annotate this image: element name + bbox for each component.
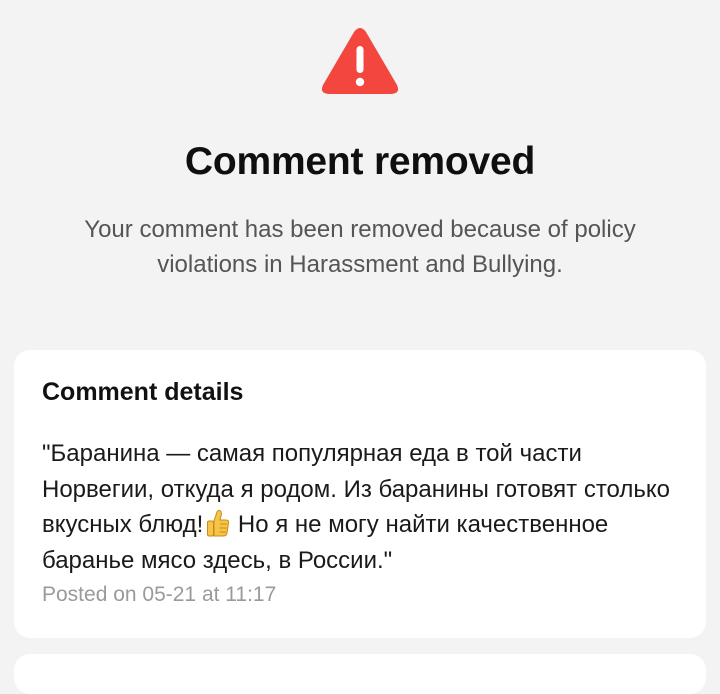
comment-text: "Баранина — самая популярная еда в той ч…	[42, 436, 682, 578]
posted-timestamp: Posted on 05-21 at 11:17	[42, 583, 277, 606]
comment-details-card: Comment details "Баранина — самая популя…	[14, 350, 706, 638]
comment-details-title: Comment details	[42, 378, 244, 406]
warning-triangle-icon	[320, 26, 400, 96]
page-title: Comment removed	[184, 140, 536, 183]
thumbs-up-icon	[206, 509, 230, 537]
removal-reason-text: Your comment has been removed because of…	[84, 216, 636, 278]
next-card-edge	[14, 654, 706, 694]
